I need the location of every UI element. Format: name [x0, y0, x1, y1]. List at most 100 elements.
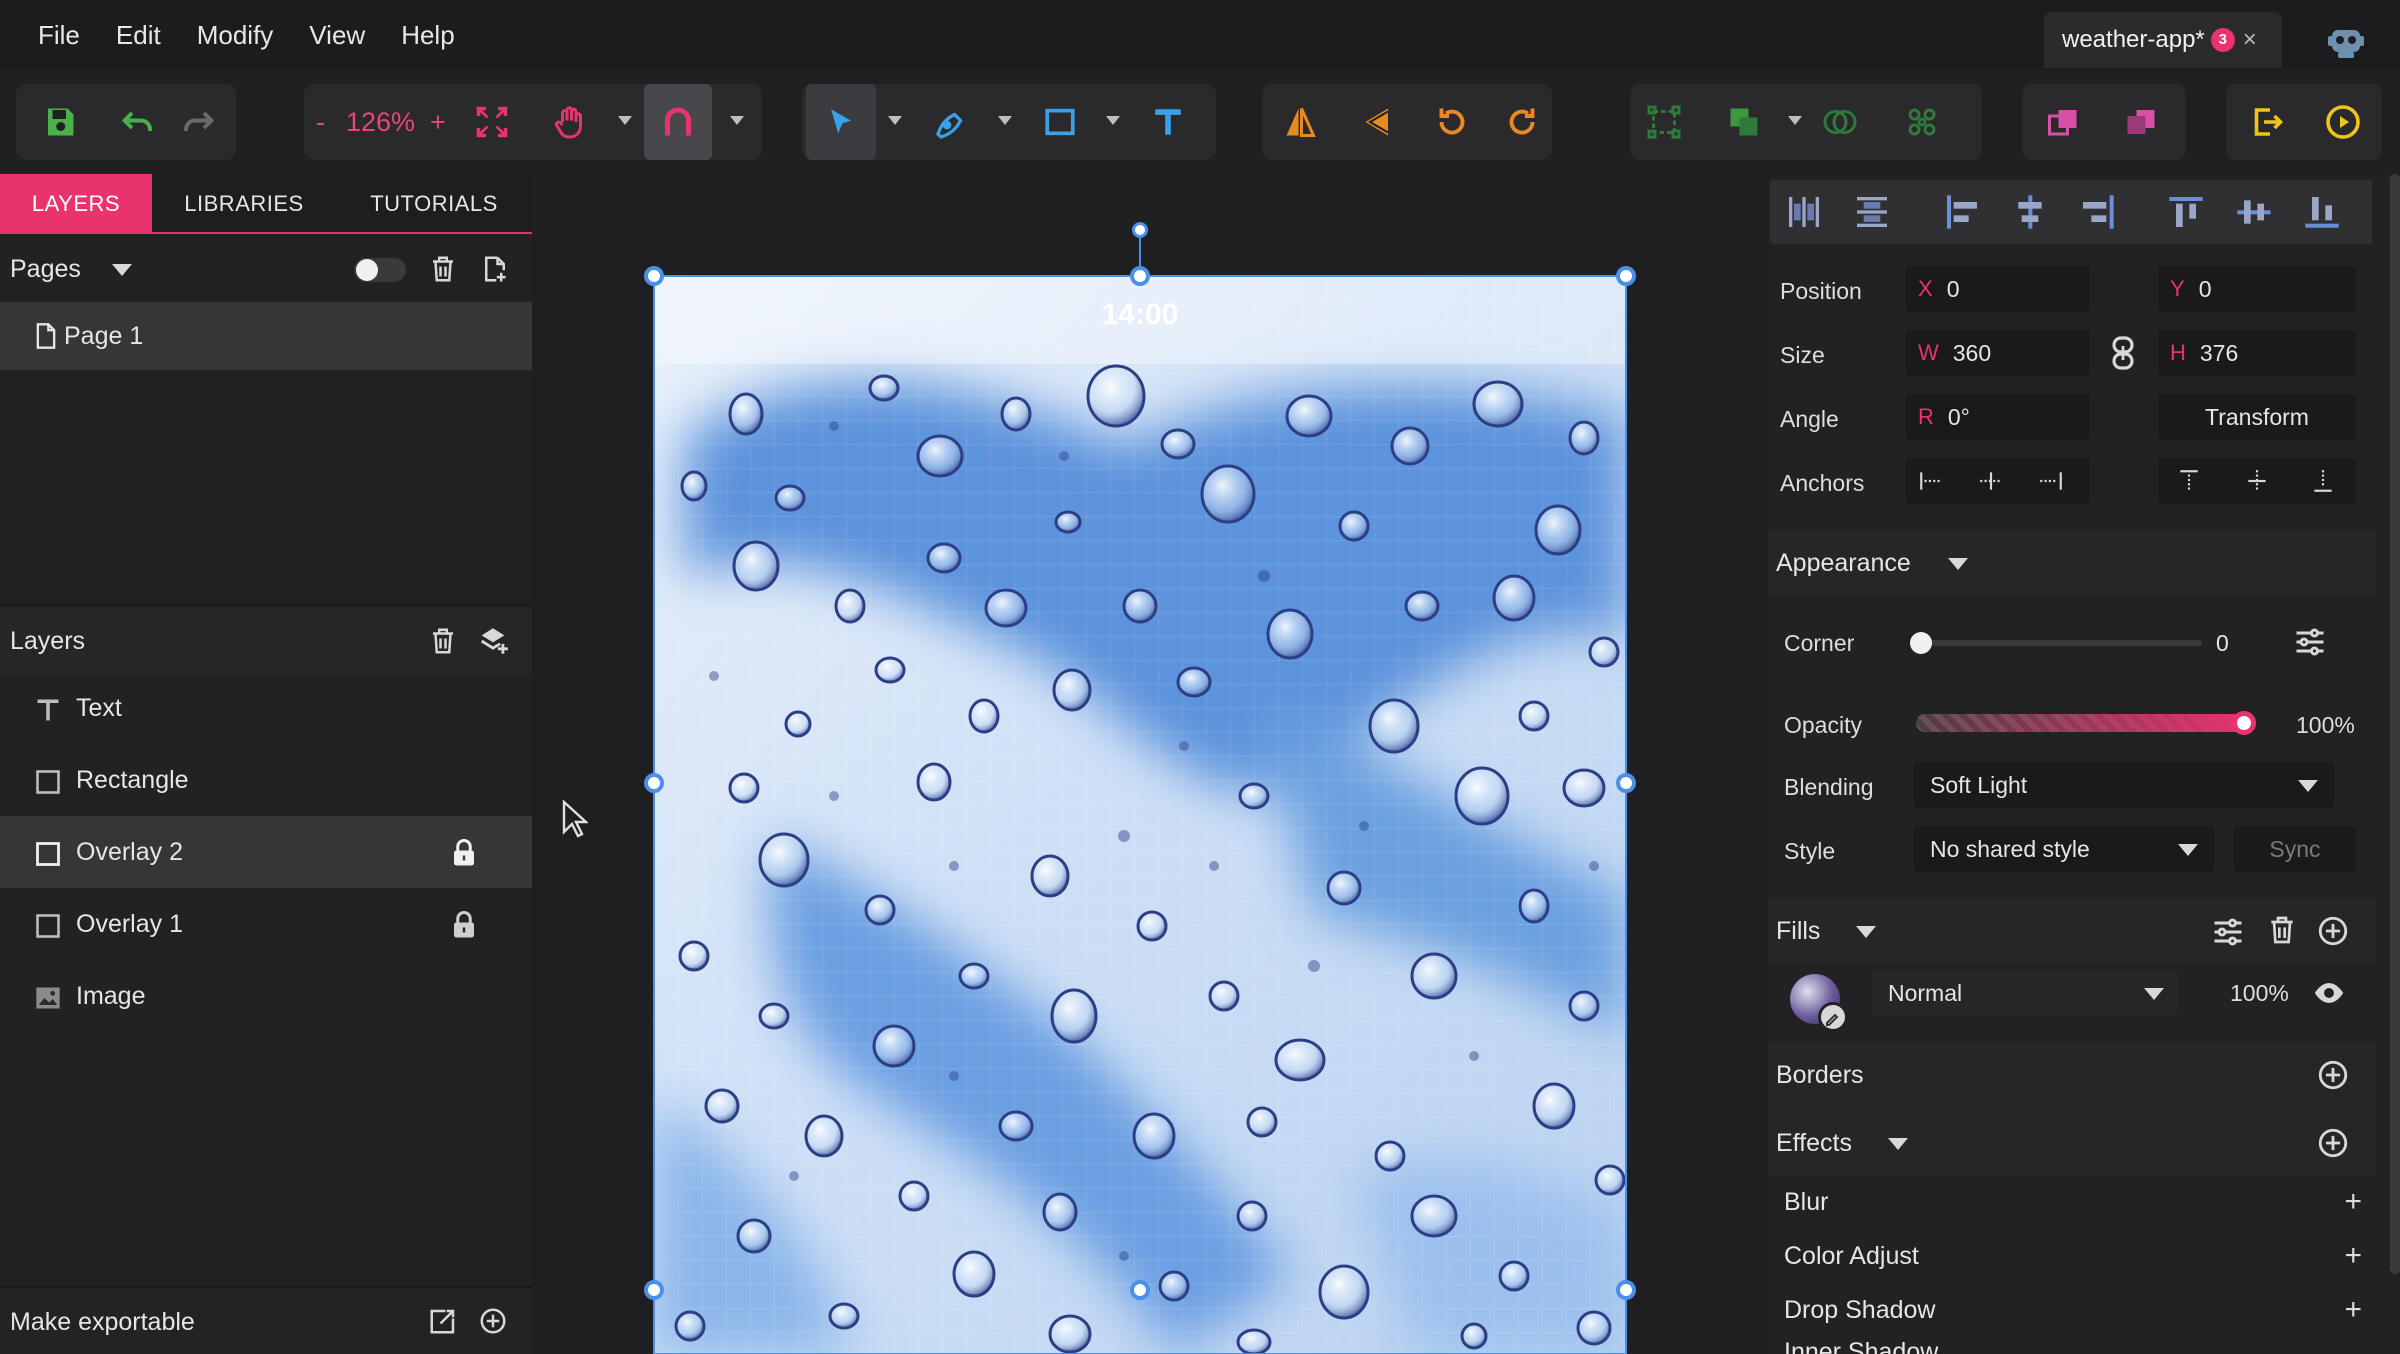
zoom-level[interactable]: 126%: [346, 84, 415, 160]
effect-color-adjust[interactable]: Color Adjust +: [1784, 1230, 2374, 1282]
add-color-adjust-icon[interactable]: +: [2344, 1239, 2362, 1273]
component-icon[interactable]: [1892, 84, 1952, 160]
mask-icon[interactable]: [1634, 84, 1694, 160]
hand-tool-icon[interactable]: [540, 84, 600, 160]
union-icon[interactable]: [1714, 84, 1774, 160]
anchor-center-h-icon[interactable]: [1978, 470, 2004, 492]
undo-icon[interactable]: [108, 84, 168, 160]
delete-page-icon[interactable]: [428, 254, 458, 291]
rectangle-tool-icon[interactable]: [1030, 84, 1090, 160]
add-fill-icon[interactable]: [2316, 914, 2350, 948]
menu-modify[interactable]: Modify: [197, 20, 274, 51]
anchor-top-icon[interactable]: [2178, 468, 2200, 494]
export-icon[interactable]: [2232, 84, 2302, 160]
align-top-icon[interactable]: [2166, 192, 2206, 232]
layer-row-overlay-1[interactable]: Overlay 1: [0, 888, 532, 960]
sync-button[interactable]: Sync: [2234, 826, 2356, 872]
layer-row-text[interactable]: Text: [0, 672, 532, 744]
add-blur-icon[interactable]: +: [2344, 1185, 2362, 1219]
menu-view[interactable]: View: [309, 20, 365, 51]
shared-style-select[interactable]: No shared style: [1914, 826, 2214, 872]
opacity-value[interactable]: 100%: [2296, 712, 2355, 739]
width-field[interactable]: W 360: [1906, 330, 2090, 376]
layer-row-overlay-2[interactable]: Overlay 2: [0, 816, 532, 888]
opacity-slider[interactable]: [1916, 711, 2256, 735]
effect-inner-shadow[interactable]: Inner Shadow: [1784, 1338, 2374, 1354]
redo-icon[interactable]: [168, 84, 228, 160]
resize-handle-right[interactable]: [1616, 773, 1636, 793]
select-tool-icon[interactable]: [806, 84, 876, 160]
flip-vertical-icon[interactable]: [1346, 84, 1406, 160]
add-export-icon[interactable]: [478, 1306, 508, 1341]
fill-swatch[interactable]: [1790, 974, 1848, 1032]
layer-row-image[interactable]: Image: [0, 960, 532, 1032]
align-middle-vertical-icon[interactable]: [2234, 192, 2274, 232]
tab-tutorials[interactable]: TUTORIALS: [352, 174, 516, 234]
flip-horizontal-icon[interactable]: [1270, 84, 1330, 160]
app-mascot-icon[interactable]: [2326, 22, 2366, 62]
resize-handle-top[interactable]: [1130, 266, 1150, 286]
text-tool-icon[interactable]: [1138, 84, 1198, 160]
fit-screen-icon[interactable]: [462, 84, 522, 160]
boolean-dropdown[interactable]: [1788, 116, 1802, 125]
eye-icon[interactable]: [2312, 976, 2346, 1010]
anchor-bottom-icon[interactable]: [2312, 468, 2334, 494]
rotate-handle[interactable]: [1132, 222, 1148, 238]
fills-collapse-icon[interactable]: [1856, 926, 1876, 938]
height-field[interactable]: H 376: [2158, 330, 2356, 376]
add-border-icon[interactable]: [2316, 1058, 2350, 1092]
effect-blur[interactable]: Blur +: [1784, 1176, 2374, 1228]
effects-collapse-icon[interactable]: [1888, 1138, 1908, 1150]
pen-tool-icon[interactable]: [920, 84, 980, 160]
inspector-scrollbar[interactable]: [2390, 174, 2400, 1274]
eyedropper-icon[interactable]: [1818, 1002, 1848, 1032]
intersect-icon[interactable]: [1810, 84, 1870, 160]
align-bottom-icon[interactable]: [2302, 192, 2342, 232]
resize-handle-top-left[interactable]: [644, 266, 664, 286]
opacity-slider-knob[interactable]: [2232, 711, 2256, 735]
save-icon[interactable]: [30, 84, 90, 160]
corner-slider-knob[interactable]: [1910, 632, 1932, 654]
select-tool-dropdown[interactable]: [888, 116, 902, 125]
anchor-left-icon[interactable]: [1918, 470, 1944, 492]
delete-fill-icon[interactable]: [2266, 914, 2298, 946]
add-layer-icon[interactable]: [476, 624, 510, 665]
resize-handle-top-right[interactable]: [1616, 266, 1636, 286]
y-field[interactable]: Y 0: [2158, 266, 2356, 312]
hand-tool-dropdown[interactable]: [618, 116, 632, 125]
blending-select[interactable]: Soft Light: [1914, 762, 2334, 808]
make-exportable-label[interactable]: Make exportable: [10, 1308, 195, 1337]
layer-row-rectangle[interactable]: Rectangle: [0, 744, 532, 816]
align-center-horizontal-icon[interactable]: [2010, 192, 2050, 232]
tab-libraries[interactable]: LIBRARIES: [166, 174, 322, 234]
lock-icon[interactable]: [450, 910, 478, 947]
rotate-right-icon[interactable]: [1492, 84, 1552, 160]
add-effect-icon[interactable]: [2316, 1126, 2350, 1160]
transform-button[interactable]: Transform: [2158, 394, 2356, 440]
preview-play-icon[interactable]: [2308, 84, 2378, 160]
align-left-icon[interactable]: [1942, 192, 1982, 232]
lock-icon[interactable]: [450, 838, 478, 875]
send-backward-icon[interactable]: [2106, 84, 2176, 160]
pages-toggle[interactable]: [354, 258, 406, 282]
canvas[interactable]: 14:00: [532, 174, 1768, 1354]
add-page-icon[interactable]: [480, 254, 510, 291]
menu-edit[interactable]: Edit: [116, 20, 161, 51]
fill-opacity[interactable]: 100%: [2230, 980, 2289, 1007]
add-drop-shadow-icon[interactable]: +: [2344, 1293, 2362, 1327]
distribute-vertical-icon[interactable]: [1852, 192, 1892, 232]
link-proportions-icon[interactable]: [2110, 336, 2136, 370]
pen-tool-dropdown[interactable]: [998, 116, 1012, 125]
rotation-field[interactable]: R 0°: [1906, 394, 2090, 440]
tab-layers[interactable]: LAYERS: [0, 174, 152, 234]
snap-magnet-icon[interactable]: [644, 84, 712, 160]
bring-forward-icon[interactable]: [2028, 84, 2098, 160]
effect-drop-shadow[interactable]: Drop Shadow +: [1784, 1284, 2374, 1336]
resize-handle-bottom-right[interactable]: [1616, 1280, 1636, 1300]
resize-handle-bottom[interactable]: [1130, 1280, 1150, 1300]
rotate-left-icon[interactable]: [1422, 84, 1482, 160]
menu-file[interactable]: File: [38, 20, 80, 51]
resize-handle-bottom-left[interactable]: [644, 1280, 664, 1300]
pages-title[interactable]: Pages: [10, 255, 81, 284]
corner-value-field[interactable]: 0: [2202, 620, 2268, 666]
